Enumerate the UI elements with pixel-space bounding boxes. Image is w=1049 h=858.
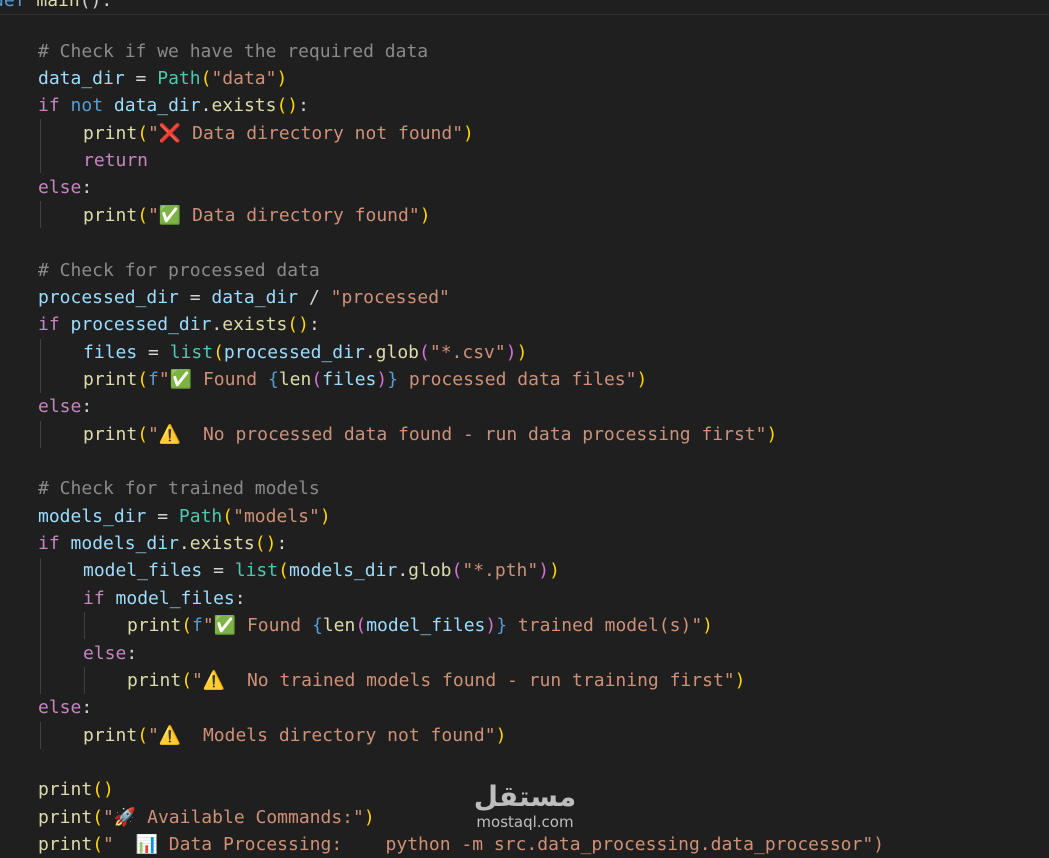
code-line: else: — [38, 177, 93, 198]
code-line: print("✅ Data directory found") — [83, 205, 431, 226]
code-line: files = list(processed_dir.glob("*.csv")… — [83, 342, 528, 363]
code-line: print(f"✅ Found {len(files)} processed d… — [83, 369, 648, 390]
code-line: # Check for trained models — [38, 478, 320, 499]
indent-guide — [40, 558, 41, 694]
indent-guide — [40, 722, 41, 749]
code-line: print("⚠️ No trained models found - run … — [127, 670, 746, 691]
code-line: if models_dir.exists(): — [38, 533, 288, 554]
indent-guide — [40, 339, 41, 393]
code-line: print("🚀 Available Commands:") — [38, 807, 375, 828]
code-line: print("⚠️ No processed data found - run … — [83, 424, 778, 445]
code-line: print("❌ Data directory not found") — [83, 123, 474, 144]
sticky-scroll-header[interactable]: def main(): — [0, 0, 1049, 15]
code-line: else: — [38, 697, 93, 718]
watermark-arabic: مستقل — [473, 780, 577, 813]
code-line: else: — [83, 643, 138, 664]
indent-guide — [40, 421, 41, 448]
code-line: if model_files: — [83, 588, 246, 609]
code-line: if processed_dir.exists(): — [38, 314, 320, 335]
code-line: data_dir = Path("data") — [38, 68, 288, 89]
code-line: processed_dir = data_dir / "processed" — [38, 287, 450, 308]
indent-guide — [40, 201, 41, 228]
watermark-latin: mostaql.com — [476, 813, 574, 831]
code-line: print(f"✅ Found {len(model_files)} train… — [127, 615, 714, 636]
indent-guide — [40, 119, 41, 173]
code-editor[interactable]: def main(): # Check if we have the requi… — [0, 0, 1049, 856]
indent-guide — [84, 612, 85, 639]
code-line: # Check for processed data — [38, 260, 320, 281]
code-line: # Check if we have the required data — [38, 41, 429, 62]
code-line: model_files = list(models_dir.glob("*.pt… — [83, 560, 560, 581]
mostaql-watermark: مستقل mostaql.com — [460, 782, 590, 842]
code-line: else: — [38, 396, 93, 417]
code-line-def-main: def main(): — [0, 0, 113, 11]
code-line: models_dir = Path("models") — [38, 506, 331, 527]
code-line: if not data_dir.exists(): — [38, 95, 309, 116]
code-line: return — [83, 150, 149, 171]
code-line: print("⚠️ Models directory not found") — [83, 725, 507, 746]
code-line: print() — [38, 779, 114, 800]
indent-guide — [84, 667, 85, 694]
